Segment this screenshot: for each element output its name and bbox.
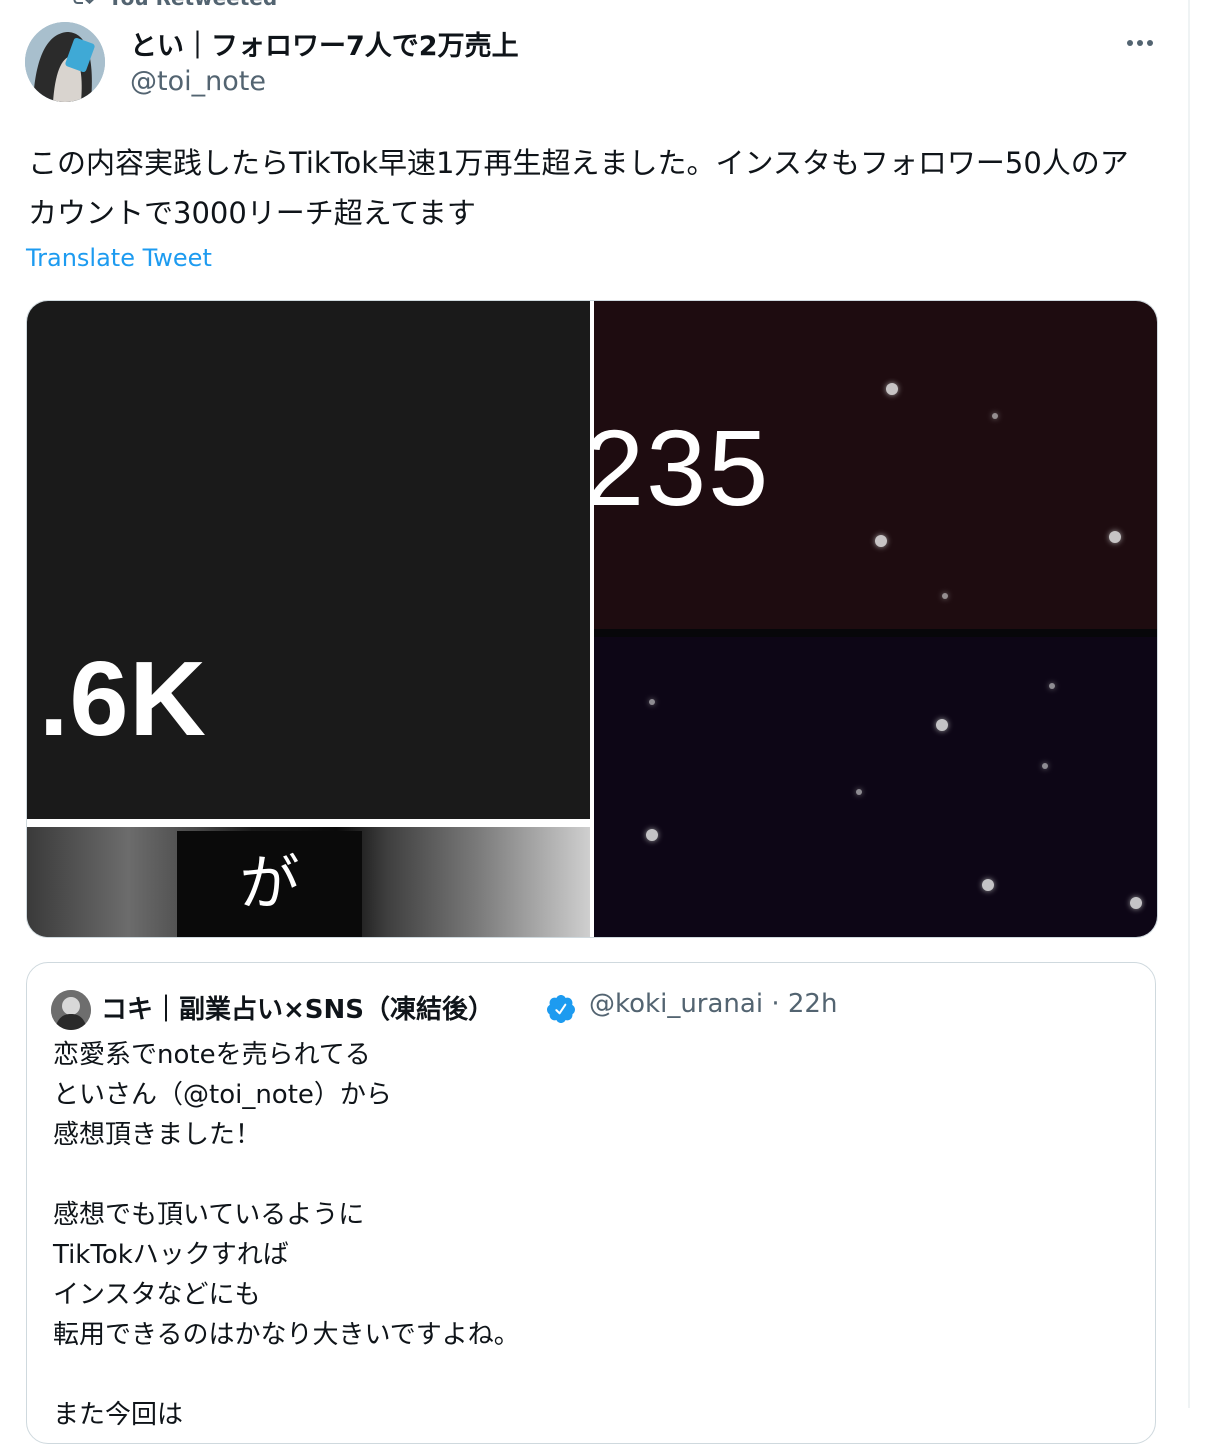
star	[649, 699, 655, 705]
quoted-line: インスタなどにも	[53, 1280, 261, 1310]
quoted-line: 恋愛系でnoteを売られてる	[53, 1040, 371, 1070]
media-image-left[interactable]: .6K が	[27, 301, 590, 937]
media-image-right[interactable]: 235	[594, 301, 1157, 937]
quoted-line: TikTokハックすれば	[53, 1240, 289, 1270]
author-handle[interactable]: @toi_note	[130, 66, 266, 97]
quoted-time[interactable]: 22h	[788, 989, 838, 1019]
quoted-author-name[interactable]: コキ｜副業占い×SNS（凍結後）	[101, 989, 494, 1026]
star	[992, 413, 998, 419]
quoted-line	[53, 1155, 1133, 1195]
quoted-line: 転用できるのはかなり大きいですよね。	[53, 1320, 520, 1350]
media-right-stat: 235	[594, 407, 771, 528]
media-strip-line	[27, 819, 590, 827]
translate-tweet-link[interactable]: Translate Tweet	[26, 244, 212, 272]
tweet-text: この内容実践したらTikTok早速1万再生超えました。インスタもフォロワー50人…	[28, 146, 1129, 230]
avatar[interactable]	[25, 22, 105, 102]
quoted-line: 感想でも頂いているように	[53, 1200, 365, 1230]
media-left-stat: .6K	[39, 640, 207, 758]
media-right-divider	[594, 629, 1157, 637]
quoted-avatar[interactable]	[51, 990, 91, 1030]
star	[1042, 763, 1048, 769]
quoted-line: また今回は	[53, 1400, 184, 1430]
star	[646, 829, 658, 841]
quoted-author-handle: @koki_uranai	[589, 989, 764, 1019]
quoted-text: 恋愛系でnoteを売られてる といさん（@toi_note）から 感想頂きました…	[53, 1035, 1133, 1435]
media-left-caption: が	[177, 831, 362, 937]
more-icon	[1127, 40, 1133, 46]
media-right-bottom	[594, 637, 1157, 937]
quoted-line: といさん（@toi_note）から	[53, 1080, 392, 1110]
author-name[interactable]: とい｜フォロワー7人で2万売上	[130, 24, 519, 63]
verified-badge-icon	[545, 993, 577, 1025]
retweet-label: You Retweeted	[108, 0, 277, 10]
column-border	[1188, 0, 1190, 1408]
retweet-icon	[70, 0, 94, 13]
more-button[interactable]	[1122, 28, 1158, 58]
star	[1130, 897, 1142, 909]
star	[886, 383, 898, 395]
star	[936, 719, 948, 731]
star	[942, 593, 948, 599]
quoted-line: 感想頂きました！	[53, 1120, 262, 1150]
retweet-context: You Retweeted	[70, 0, 277, 10]
star	[982, 879, 994, 891]
star	[875, 535, 887, 547]
star	[856, 789, 862, 795]
quoted-meta[interactable]: @koki_uranai · 22h	[589, 989, 837, 1019]
quoted-line	[53, 1355, 1133, 1395]
quoted-tweet[interactable]: コキ｜副業占い×SNS（凍結後） @koki_uranai · 22h 恋愛系で…	[26, 962, 1156, 1444]
star	[1049, 683, 1055, 689]
meta-separator: ·	[771, 989, 780, 1019]
star	[1109, 531, 1121, 543]
media-grid[interactable]: .6K が 235	[26, 300, 1158, 938]
